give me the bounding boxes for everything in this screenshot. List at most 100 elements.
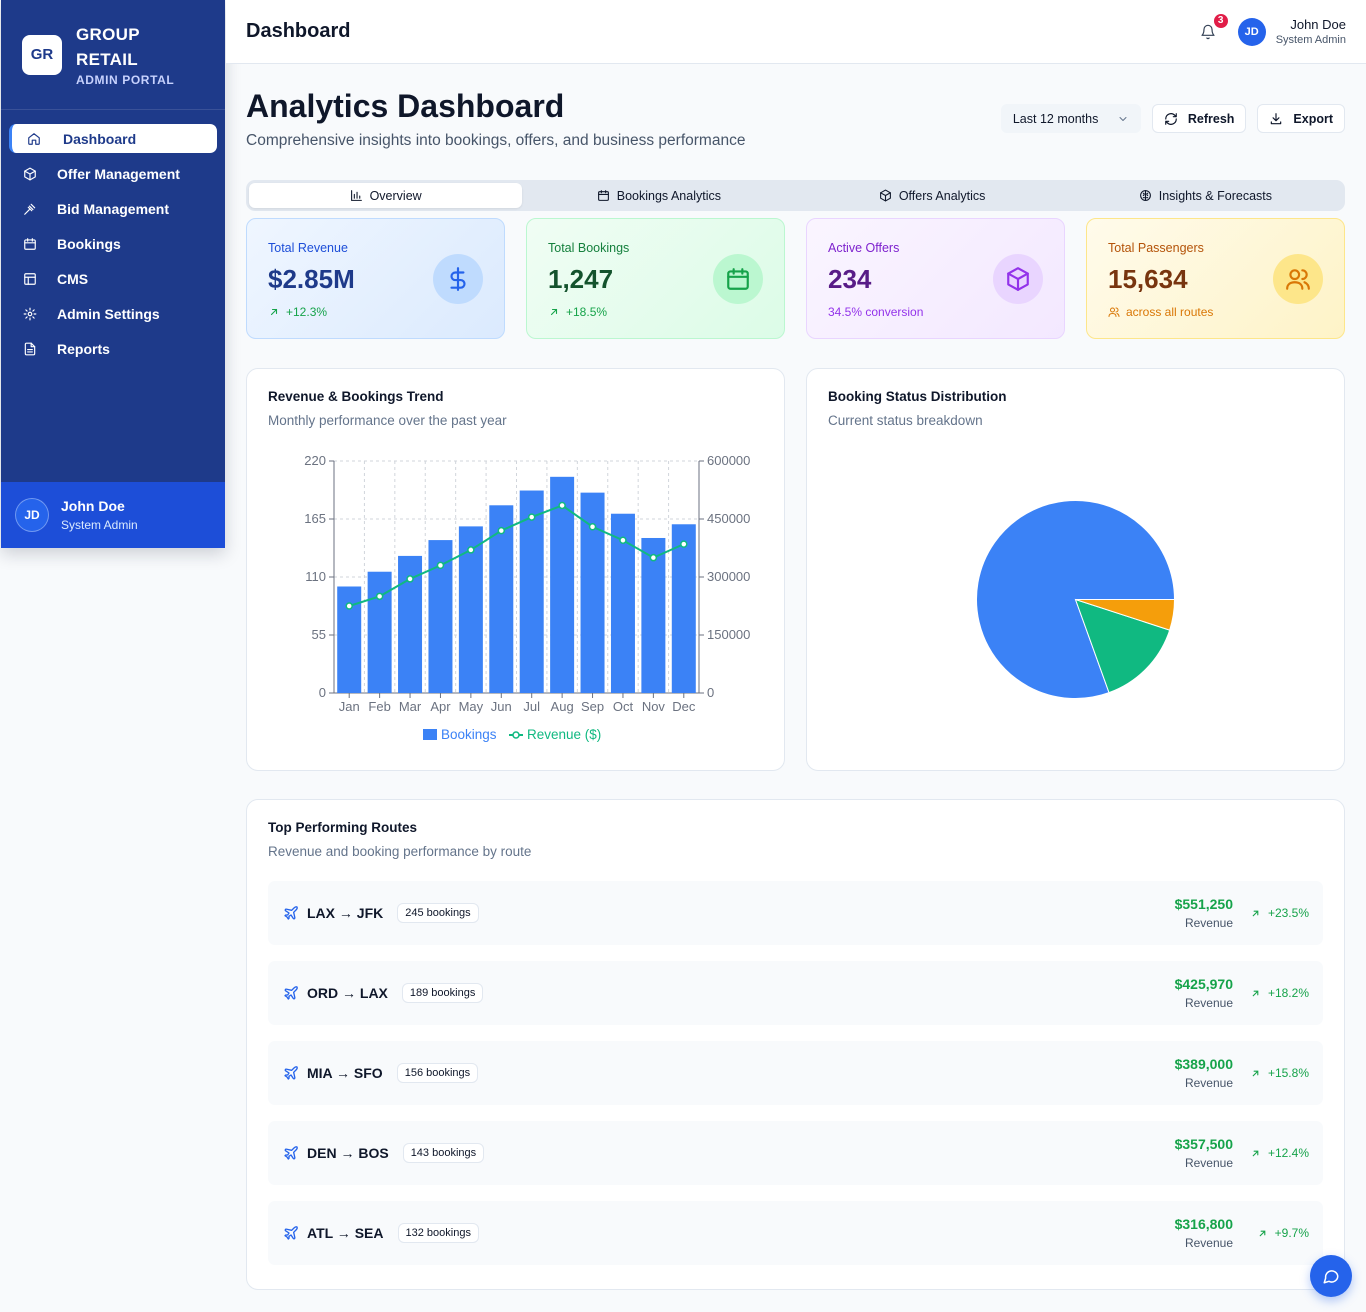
page-head: Analytics Dashboard Comprehensive insigh…	[246, 64, 1345, 180]
route-row[interactable]: ORD → LAX 189 bookings $425,970 Revenue +18.…	[268, 961, 1323, 1025]
revenue-point	[375, 592, 384, 601]
tab-insights-forecasts[interactable]: Insights & Forecasts	[1069, 183, 1342, 208]
sidebar-user[interactable]: JD John Doe System Admin	[1, 482, 225, 548]
file-icon	[23, 342, 37, 356]
route-change-value: +9.7%	[1274, 1226, 1309, 1240]
x-tick-label: Jul	[523, 699, 540, 714]
brand[interactable]: GR GROUP RETAIL ADMIN PORTAL	[1, 0, 225, 110]
sidebar-item-offer-management[interactable]: Offer Management	[9, 159, 217, 188]
sidebar-item-reports[interactable]: Reports	[9, 334, 217, 363]
sidebar-user-meta: John Doe System Admin	[61, 498, 138, 532]
revenue-point	[345, 602, 353, 610]
revenue-point	[467, 546, 475, 554]
home-icon	[27, 132, 41, 146]
refresh-label: Refresh	[1187, 111, 1235, 126]
x-tick-label: Aug	[551, 699, 574, 714]
sidebar-item-dashboard[interactable]: Dashboard	[9, 124, 217, 153]
kpi-label: Total Revenue	[268, 241, 348, 255]
route-bookings-badge: 156 bookings	[396, 1063, 479, 1083]
x-tick-label: Jun	[491, 699, 512, 714]
sidebar-item-label: Bid Management	[57, 200, 170, 217]
sidebar-item-admin-settings[interactable]: Admin Settings	[9, 299, 217, 328]
bar	[580, 492, 605, 693]
route-revenue-label: Revenue	[1184, 1076, 1233, 1090]
route-change-value: +23.5%	[1267, 906, 1309, 920]
kpi-sub-text: across all routes	[1126, 305, 1214, 319]
sidebar-item-bookings[interactable]: Bookings	[9, 229, 217, 258]
header-user[interactable]: John Doe System Admin	[1276, 17, 1346, 46]
x-tick-label: Apr	[430, 699, 451, 714]
route-change: +12.4%	[1233, 1146, 1309, 1160]
route-revenue: $316,800 Revenue	[1175, 1216, 1233, 1250]
route-revenue-label: Revenue	[1184, 1156, 1233, 1170]
calendar-icon	[23, 237, 37, 251]
route-change-value: +18.2%	[1267, 986, 1309, 1000]
sidebar-item-bid-management[interactable]: Bid Management	[9, 194, 217, 223]
route-row[interactable]: DEN → BOS 143 bookings $357,500 Revenue +12.…	[268, 1121, 1323, 1185]
chat-button[interactable]	[1310, 1255, 1352, 1297]
brand-subtitle: ADMIN PORTAL	[76, 73, 175, 87]
route-revenue: $425,970 Revenue	[1175, 976, 1233, 1010]
y-tick-label-left: 55	[312, 627, 326, 642]
route-name: ATL → SEA	[307, 1225, 384, 1241]
sidebar-item-label: Offer Management	[57, 165, 180, 182]
plane-icon	[284, 986, 298, 1000]
kpi-sub: +18.5%	[548, 305, 763, 319]
gavel-icon	[23, 202, 37, 216]
brain-icon	[1139, 190, 1151, 201]
x-tick-label: Dec	[672, 699, 696, 714]
range-select[interactable]: Last 12 months	[1000, 104, 1141, 133]
notification-bell[interactable]: 3	[1198, 11, 1230, 42]
avatar: JD	[15, 498, 49, 532]
x-tick-label: Sep	[581, 699, 604, 714]
plane-icon	[284, 1226, 298, 1240]
kpi-sub-text: +12.3%	[286, 305, 328, 319]
y-tick-label-left: 220	[304, 453, 326, 468]
kpi-label: Total Bookings	[548, 241, 630, 255]
legend-label-bookings: Bookings	[441, 727, 497, 742]
route-name: ORD → LAX	[307, 985, 388, 1001]
refresh-button[interactable]: Refresh	[1151, 104, 1247, 133]
sidebar-user-name: John Doe	[61, 498, 125, 514]
kpi-sub: 34.5% conversion	[828, 305, 1043, 319]
export-button[interactable]: Export	[1257, 104, 1345, 133]
revenue-point	[619, 536, 627, 545]
route-bookings-badge: 143 bookings	[402, 1143, 485, 1163]
route-row[interactable]: MIA → SFO 156 bookings $389,000 Revenue +15.…	[268, 1041, 1323, 1105]
route-revenue-label: Revenue	[1184, 916, 1233, 930]
kpi-total-bookings: Total Bookings 1,247 +18.5%	[526, 218, 785, 339]
sidebar-item-label: Reports	[57, 340, 110, 357]
kpi-sub-text: 34.5% conversion	[828, 305, 924, 319]
y-tick-label-right: 600000	[707, 453, 750, 468]
route-row[interactable]: ATL → SEA 132 bookings $316,800 Revenue +9.7…	[268, 1201, 1323, 1265]
avatar[interactable]: JD	[1237, 17, 1266, 46]
gear-icon	[23, 307, 37, 321]
tab-bookings-analytics[interactable]: Bookings Analytics	[522, 183, 795, 208]
route-revenue-label: Revenue	[1184, 1236, 1233, 1250]
package-icon	[879, 189, 891, 202]
trend-up-icon	[1252, 990, 1259, 996]
route-change-value: +12.4%	[1267, 1146, 1309, 1160]
tab-label: Bookings Analytics	[616, 188, 721, 203]
kpi-label: Total Passengers	[1108, 241, 1204, 255]
package-icon	[993, 254, 1043, 304]
x-tick-label: Feb	[368, 699, 390, 714]
y-tick-label-left: 0	[319, 685, 326, 700]
tabs: Overview Bookings Analytics Offers Analy…	[246, 180, 1345, 211]
y-tick-label-right: 450000	[707, 511, 750, 526]
route-row[interactable]: LAX → JFK 245 bookings $551,250 Revenue +23.…	[268, 881, 1323, 945]
sidebar-item-cms[interactable]: CMS	[9, 264, 217, 293]
bar	[367, 571, 392, 693]
refresh-icon	[1165, 112, 1177, 125]
status-pie-chart	[976, 500, 1176, 699]
card-subtitle: Revenue and booking performance by route	[268, 844, 532, 859]
y-tick-label-right: 150000	[707, 627, 750, 642]
header-title: Dashboard	[246, 20, 351, 42]
brand-logo: GR	[22, 34, 62, 75]
range-select-value: Last 12 months	[1012, 111, 1099, 126]
tab-overview[interactable]: Overview	[249, 183, 523, 208]
tab-offers-analytics[interactable]: Offers Analytics	[796, 183, 1069, 208]
revenue-point	[588, 522, 597, 531]
route-name: LAX → JFK	[307, 905, 384, 921]
plane-icon	[284, 906, 298, 920]
